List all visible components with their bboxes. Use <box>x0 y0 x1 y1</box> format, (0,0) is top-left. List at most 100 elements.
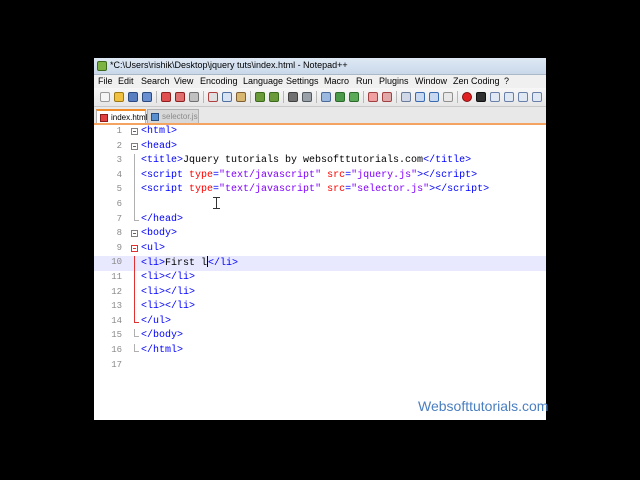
open-file-icon[interactable] <box>114 92 124 102</box>
cut-icon[interactable] <box>208 92 218 102</box>
current-code-line[interactable]: 10 <li>First l</li> <box>94 256 546 272</box>
word-wrap-icon[interactable] <box>368 92 378 102</box>
indent-guide-icon[interactable] <box>401 92 411 102</box>
fold-guide <box>134 256 135 272</box>
code-text: </html> <box>141 345 184 356</box>
fold-guide <box>134 198 135 213</box>
saved-file-icon <box>151 113 159 121</box>
run-macro-multiple-icon[interactable] <box>504 92 514 102</box>
toolbar-separator <box>156 91 157 103</box>
menu-plugins[interactable]: Plugins <box>379 76 409 86</box>
line-number: 12 <box>111 286 122 297</box>
code-line[interactable]: 15 </body> <box>94 329 546 344</box>
paste-icon[interactable] <box>236 92 246 102</box>
tab-index-html[interactable]: index.html <box>96 109 147 123</box>
code-text: <li></li> <box>141 301 196 313</box>
code-text: <script type="text/javascript" src="jque… <box>141 169 478 181</box>
code-line[interactable]: 12 <li></li> <box>94 285 546 301</box>
code-line[interactable]: 14 </ul> <box>94 314 546 330</box>
tab-bar: index.html selector.js <box>94 107 546 125</box>
code-text: <html> <box>141 126 178 137</box>
menu-zen-coding[interactable]: Zen Coding <box>453 76 500 86</box>
code-line[interactable]: 16 </html> <box>94 344 546 359</box>
menu-settings[interactable]: Settings <box>286 76 319 86</box>
line-number: 14 <box>111 315 122 326</box>
code-text: <title>Jquery tutorials by websofttutori… <box>141 155 472 167</box>
menu-search[interactable]: Search <box>141 76 170 86</box>
new-file-icon[interactable] <box>100 92 110 102</box>
menu-edit[interactable]: Edit <box>118 76 134 86</box>
fold-guide <box>134 271 135 286</box>
show-all-characters-icon[interactable] <box>382 92 392 102</box>
replace-icon[interactable] <box>302 92 312 102</box>
zoom-in-icon[interactable] <box>321 92 331 102</box>
fold-guide <box>134 285 135 301</box>
user-language-icon[interactable] <box>415 92 425 102</box>
redo-icon[interactable] <box>269 92 279 102</box>
code-line[interactable]: 7 </head> <box>94 212 546 228</box>
toolbar-separator <box>283 91 284 103</box>
sync-scroll-icon[interactable] <box>349 92 359 102</box>
code-line[interactable]: 9 <ul> <box>94 242 546 257</box>
fold-toggle-icon[interactable] <box>131 142 138 150</box>
menu-window[interactable]: Window <box>415 76 447 86</box>
code-line[interactable]: 3 <title>Jquery tutorials by websofttuto… <box>94 154 546 170</box>
code-line[interactable]: 17 <box>94 359 546 374</box>
code-line[interactable]: 13 <li></li> <box>94 300 546 316</box>
code-line[interactable]: 1 <html> <box>94 125 546 140</box>
close-icon[interactable] <box>161 92 171 102</box>
toolbar-separator <box>457 91 458 103</box>
code-line[interactable]: 6 <box>94 198 546 213</box>
fold-toggle-icon[interactable] <box>131 128 138 135</box>
code-line[interactable]: 11 <li></li> <box>94 271 546 286</box>
title-bar[interactable]: *C:\Users\rishik\Desktop\jquery tuts\ind… <box>94 58 546 75</box>
toolbar <box>94 88 546 107</box>
code-text: <head> <box>141 140 178 152</box>
menu-encoding[interactable]: Encoding <box>200 76 238 86</box>
menu-language[interactable]: Language <box>243 76 283 86</box>
line-number: 2 <box>116 140 122 151</box>
fold-toggle-icon[interactable] <box>131 244 138 252</box>
close-all-icon[interactable] <box>175 92 185 102</box>
function-list-icon[interactable] <box>443 92 453 102</box>
notepad-app-icon <box>97 61 107 71</box>
watermark: Websofttutorials.com <box>418 398 549 414</box>
menu-help[interactable]: ? <box>504 76 509 86</box>
save-all-icon[interactable] <box>142 92 152 102</box>
fold-guide <box>134 300 135 316</box>
undo-icon[interactable] <box>255 92 265 102</box>
save-icon[interactable] <box>128 92 138 102</box>
zoom-out-icon[interactable] <box>335 92 345 102</box>
menu-view[interactable]: View <box>174 76 193 86</box>
menu-macro[interactable]: Macro <box>324 76 349 86</box>
code-text: <body> <box>141 228 178 240</box>
code-text: <ul> <box>141 242 166 254</box>
print-icon[interactable] <box>189 92 199 102</box>
find-icon[interactable] <box>288 92 298 102</box>
code-editor[interactable]: 1 <html> 2 <head> 3 <title>Jquery tutori… <box>94 125 546 420</box>
fold-toggle-icon[interactable] <box>131 230 138 238</box>
menu-file[interactable]: File <box>98 76 113 86</box>
line-number: 7 <box>116 213 122 224</box>
doc-map-icon[interactable] <box>429 92 439 102</box>
code-line[interactable]: 5 <script type="text/javascript" src="se… <box>94 183 546 199</box>
tab-selector-js[interactable]: selector.js <box>147 109 199 123</box>
line-number: 10 <box>111 257 122 268</box>
code-line[interactable]: 8 <body> <box>94 227 546 242</box>
stop-macro-icon[interactable] <box>476 92 486 102</box>
toolbar-separator <box>203 91 204 103</box>
menu-run[interactable]: Run <box>356 76 373 86</box>
tab-label: selector.js <box>162 112 198 121</box>
toolbar-separator <box>396 91 397 103</box>
more-tools-icon[interactable] <box>532 92 542 102</box>
fold-guide <box>134 168 135 184</box>
window-title: *C:\Users\rishik\Desktop\jquery tuts\ind… <box>110 60 348 70</box>
line-number: 8 <box>116 228 122 239</box>
play-macro-icon[interactable] <box>490 92 500 102</box>
copy-icon[interactable] <box>222 92 232 102</box>
save-macro-icon[interactable] <box>518 92 528 102</box>
code-line[interactable]: 2 <head> <box>94 140 546 155</box>
record-macro-icon[interactable] <box>462 92 472 102</box>
code-line[interactable]: 4 <script type="text/javascript" src="jq… <box>94 168 546 184</box>
fold-guide <box>134 183 135 199</box>
